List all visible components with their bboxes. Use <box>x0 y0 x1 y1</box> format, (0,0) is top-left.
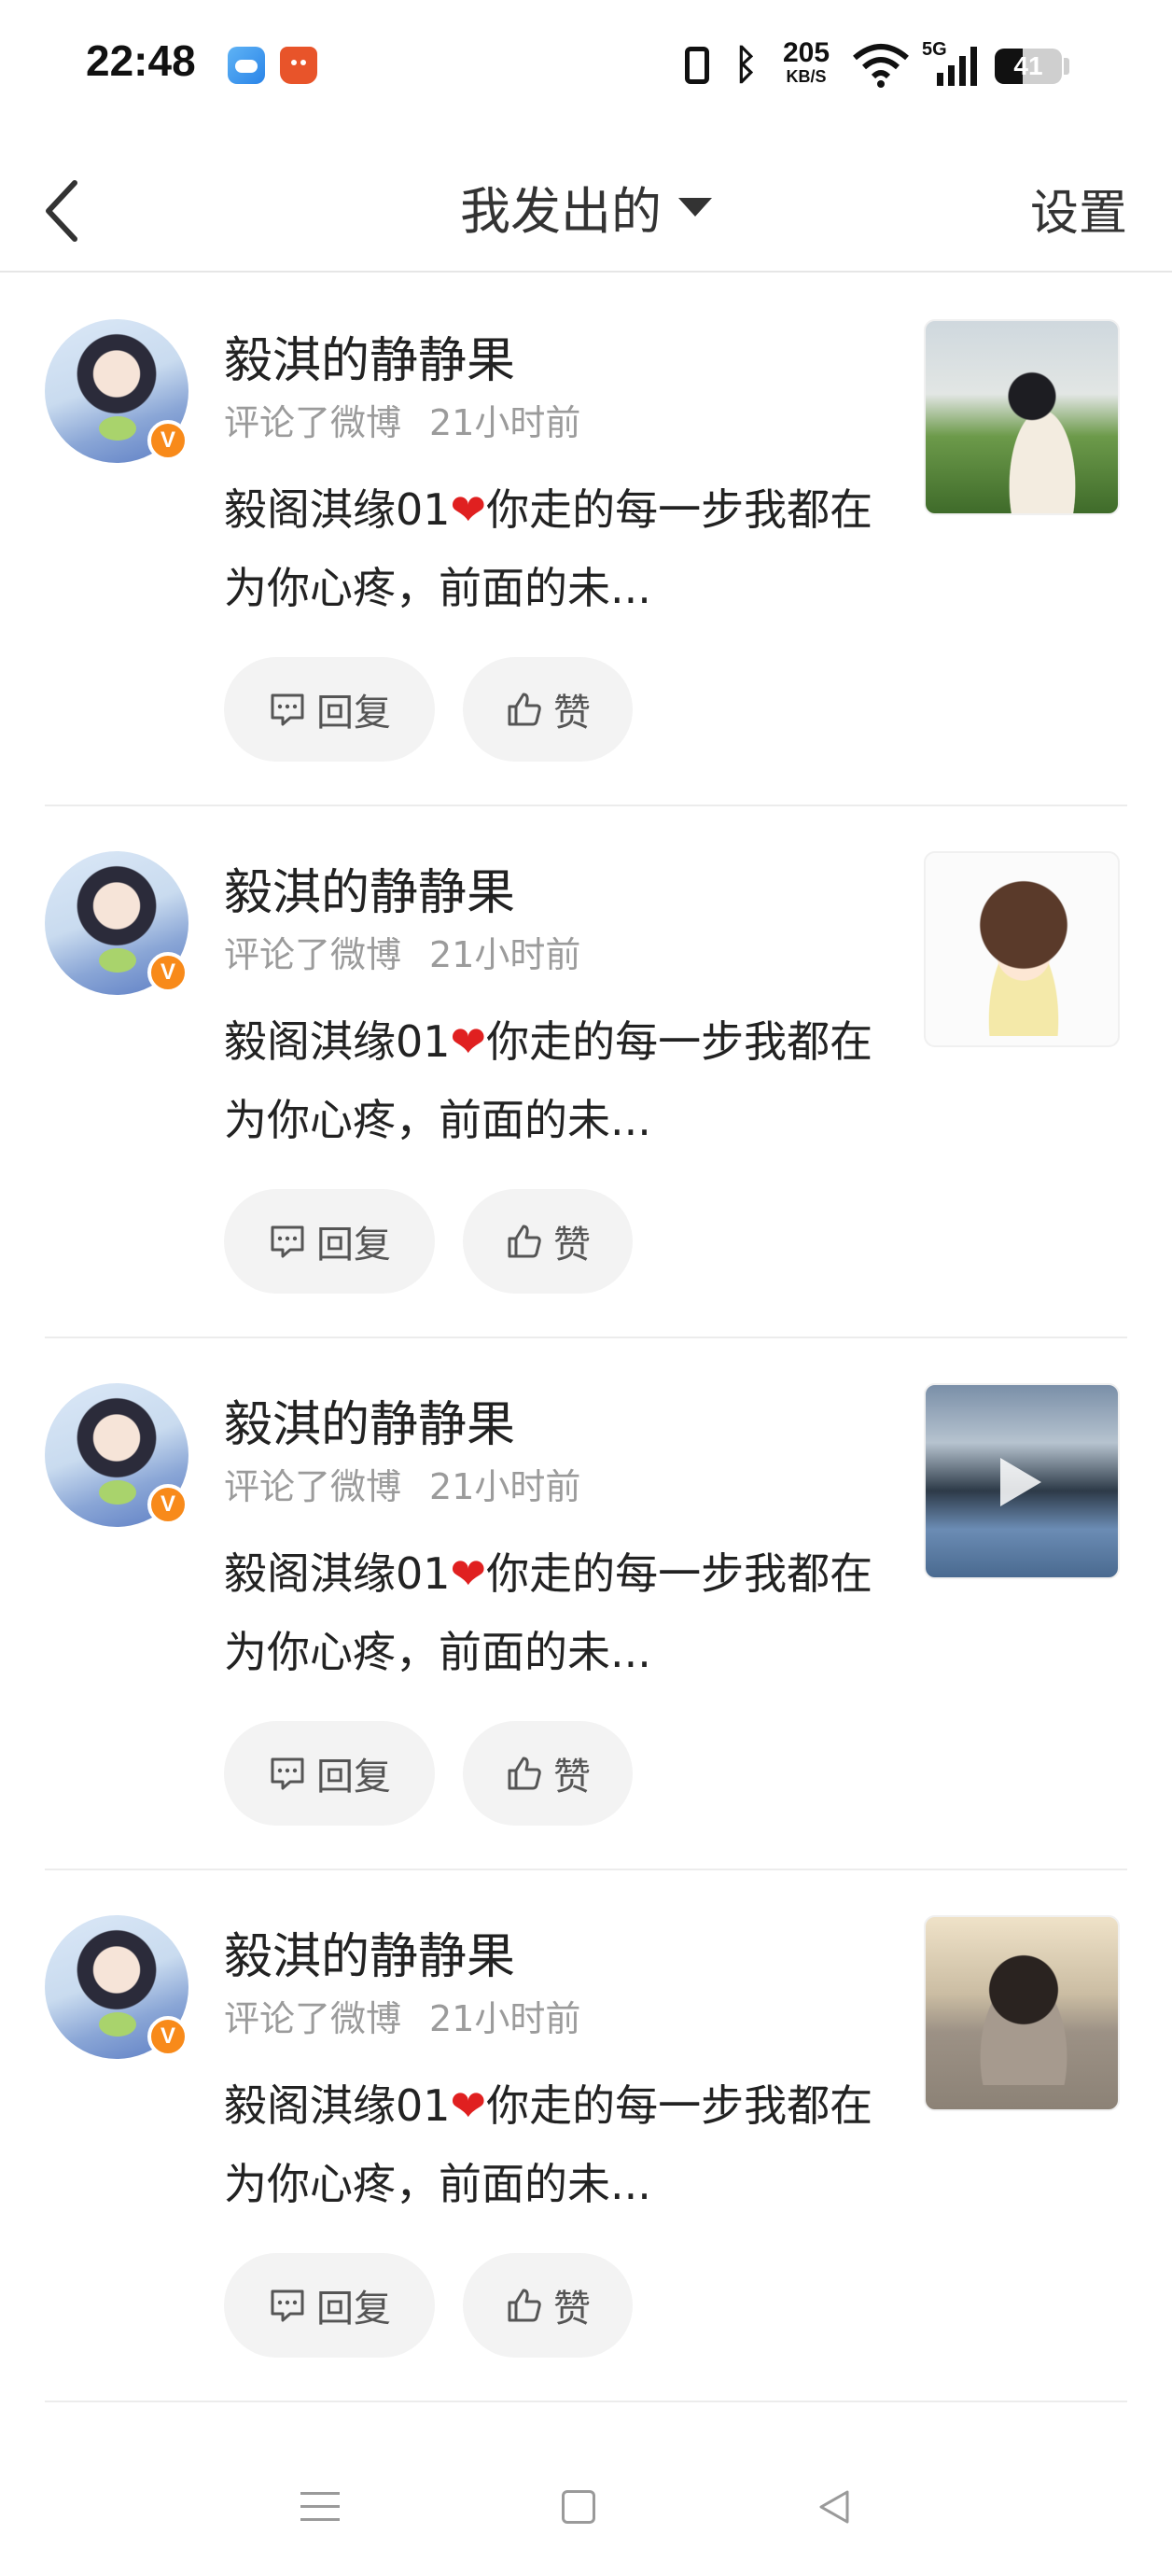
comment-bubble-icon <box>271 1225 304 1258</box>
reply-label: 回复 <box>316 1756 391 1799</box>
comment-card[interactable]: V 毅淇的静静果 评论了微博 21小时前 毅阁淇缘01❤你走的每一步我都在为你心疼… <box>45 806 1127 1338</box>
timestamp: 21小时前 <box>429 934 581 975</box>
timestamp: 21小时前 <box>429 402 581 443</box>
heart-emoji-icon: ❤ <box>450 1548 487 1599</box>
status-time: 22:48 <box>86 36 196 85</box>
timestamp: 21小时前 <box>429 1998 581 2039</box>
reply-button[interactable]: 回复 <box>224 1189 435 1294</box>
top-header: 我发出的 设置 <box>0 149 1172 273</box>
system-nav-bar <box>0 2445 1172 2576</box>
home-square-icon[interactable] <box>562 2490 595 2524</box>
comment-meta: 评论了微博 21小时前 <box>224 1458 580 1509</box>
action-label: 评论了微博 <box>224 402 402 443</box>
page-title[interactable]: 我发出的 <box>460 170 662 244</box>
reply-button[interactable]: 回复 <box>224 1721 435 1826</box>
wifi-icon <box>853 44 909 88</box>
like-label: 赞 <box>553 1224 591 1267</box>
title-dropdown[interactable]: 我发出的 <box>0 170 1172 244</box>
comment-text[interactable]: 毅阁淇缘01❤你走的每一步我都在为你心疼，前面的未... <box>224 2066 914 2223</box>
author-name[interactable]: 毅淇的静静果 <box>224 1917 515 1987</box>
comment-meta: 评论了微博 21小时前 <box>224 1990 580 2041</box>
author-name[interactable]: 毅淇的静静果 <box>224 321 515 391</box>
weather-icon <box>228 47 265 84</box>
menu-icon[interactable] <box>300 2488 340 2524</box>
reply-label: 回复 <box>316 2288 391 2331</box>
verified-badge-icon: V <box>147 1484 188 1525</box>
comment-bubble-icon <box>271 693 304 726</box>
like-button[interactable]: 赞 <box>463 2253 633 2358</box>
comment-text[interactable]: 毅阁淇缘01❤你走的每一步我都在为你心疼，前面的未... <box>224 1002 914 1159</box>
settings-button[interactable]: 设置 <box>1030 174 1127 244</box>
like-button[interactable]: 赞 <box>463 657 633 762</box>
action-label: 评论了微博 <box>224 1466 402 1507</box>
comment-card[interactable]: V 毅淇的静静果 评论了微博 21小时前 毅阁淇缘01❤你走的每一步我都在为你心疼… <box>45 1870 1127 2402</box>
comment-text-start: 毅阁淇缘01 <box>224 484 451 535</box>
weibo-thumbnail[interactable] <box>924 1915 1120 2111</box>
back-triangle-icon[interactable] <box>814 2486 855 2527</box>
author-name[interactable]: 毅淇的静静果 <box>224 853 515 923</box>
comment-feed: V 毅淇的静静果 评论了微博 21小时前 毅阁淇缘01❤你走的每一步我都在为你心疼… <box>0 274 1172 2402</box>
bluetooth-icon: ᛒ <box>733 41 759 89</box>
weibo-thumbnail[interactable] <box>924 851 1120 1047</box>
thumbs-up-icon <box>508 2289 541 2322</box>
like-button[interactable]: 赞 <box>463 1721 633 1826</box>
comment-meta: 评论了微博 21小时前 <box>224 926 580 977</box>
vibrate-icon <box>685 47 709 84</box>
comment-text[interactable]: 毅阁淇缘01❤你走的每一步我都在为你心疼，前面的未... <box>224 470 914 627</box>
thumbs-up-icon <box>508 1225 541 1258</box>
comment-card[interactable]: V 毅淇的静静果 评论了微博 21小时前 毅阁淇缘01❤你走的每一步我都在为你心疼… <box>45 1338 1127 1870</box>
verified-badge-icon: V <box>147 2016 188 2057</box>
comment-text-start: 毅阁淇缘01 <box>224 1548 451 1599</box>
comment-card[interactable]: V 毅淇的静静果 评论了微博 21小时前 毅阁淇缘01❤你走的每一步我都在为你心疼… <box>45 274 1127 806</box>
network-speed-value: 205 <box>782 37 830 68</box>
heart-emoji-icon: ❤ <box>450 484 487 535</box>
video-thumbnail[interactable] <box>924 1383 1120 1579</box>
heart-emoji-icon: ❤ <box>450 1016 487 1067</box>
like-button[interactable]: 赞 <box>463 1189 633 1294</box>
thumbs-up-icon <box>508 1757 541 1790</box>
comment-text-start: 毅阁淇缘01 <box>224 2080 451 2131</box>
battery-level: 41 <box>1013 51 1043 80</box>
like-label: 赞 <box>553 692 591 735</box>
comment-text-start: 毅阁淇缘01 <box>224 1016 451 1067</box>
heart-emoji-icon: ❤ <box>450 2080 487 2131</box>
battery-tip <box>1064 58 1069 75</box>
reply-button[interactable]: 回复 <box>224 2253 435 2358</box>
caret-down-icon[interactable] <box>678 197 712 217</box>
comment-text[interactable]: 毅阁淇缘01❤你走的每一步我都在为你心疼，前面的未... <box>224 1534 914 1691</box>
verified-badge-icon: V <box>147 420 188 461</box>
comment-meta: 评论了微博 21小时前 <box>224 394 580 445</box>
thumbs-up-icon <box>508 693 541 726</box>
action-label: 评论了微博 <box>224 934 402 975</box>
like-label: 赞 <box>553 2288 591 2331</box>
reply-label: 回复 <box>316 1224 391 1267</box>
comment-bubble-icon <box>271 2289 304 2322</box>
comment-bubble-icon <box>271 1757 304 1790</box>
signal-icon <box>937 47 977 86</box>
verified-badge-icon: V <box>147 952 188 993</box>
battery-icon: 41 <box>995 49 1062 84</box>
reply-label: 回复 <box>316 692 391 735</box>
like-label: 赞 <box>553 1756 591 1799</box>
timestamp: 21小时前 <box>429 1466 581 1507</box>
weibo-thumbnail[interactable] <box>924 319 1120 515</box>
network-speed-unit: KB/S <box>786 67 827 86</box>
reply-button[interactable]: 回复 <box>224 657 435 762</box>
shopping-bag-icon <box>280 47 317 84</box>
author-name[interactable]: 毅淇的静静果 <box>224 1385 515 1455</box>
status-bar: 22:48 ᛒ 205 KB/S 5G 41 <box>0 0 1172 131</box>
play-icon <box>1000 1458 1041 1506</box>
action-label: 评论了微博 <box>224 1998 402 2039</box>
